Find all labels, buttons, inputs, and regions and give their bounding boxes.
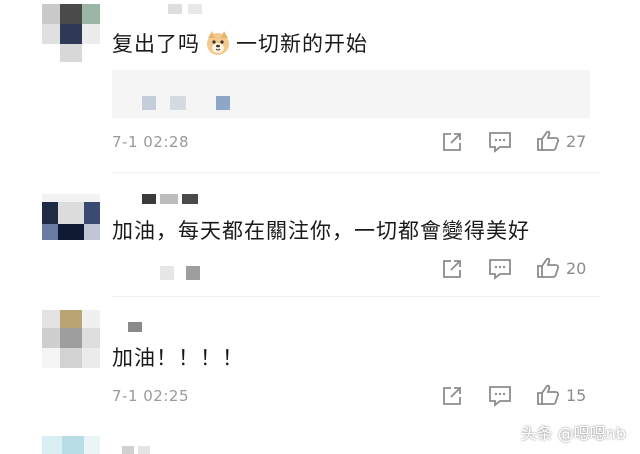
share-external-icon [443,133,461,151]
thumbs-up-icon [537,130,560,151]
username-blurred[interactable] [122,446,152,454]
thumbs-up-icon [537,257,560,278]
like-count: 15 [566,385,587,405]
like-button[interactable]: 15 [536,383,586,407]
comment-bubble-icon [489,386,511,407]
divider [112,172,600,173]
comment-bubble-icon [489,132,511,153]
reply-button[interactable] [488,385,512,407]
share-external-icon [443,260,461,278]
username-blurred[interactable] [128,322,144,332]
quoted-reply-block[interactable] [112,70,590,118]
like-count: 20 [566,258,587,278]
comment-bubble-icon [489,259,511,280]
comment-timestamp: 7-1 02:25 [112,387,189,405]
avatar[interactable] [42,436,100,454]
comment-timestamp: 7-1 02:28 [112,133,189,151]
avatar[interactable] [42,310,100,368]
like-count: 27 [566,131,587,151]
share-button[interactable] [441,131,463,153]
reply-button[interactable] [488,131,512,153]
avatar[interactable] [42,194,100,252]
watermark: 头条 @嗯嗯nb [520,424,626,443]
like-button[interactable]: 27 [536,129,586,153]
comment-text: 加油，每天都在關注你，一切都會變得美好 [112,219,530,243]
comment-text: 复出了吗 一切新的开始 [112,28,368,58]
dog-face-emoji-icon [204,29,232,57]
avatar[interactable] [42,4,100,62]
share-external-icon [443,387,461,405]
username-blurred[interactable] [168,4,208,14]
thumbs-up-icon [537,384,560,405]
share-button[interactable] [441,385,463,407]
reply-button[interactable] [488,258,512,280]
share-button[interactable] [441,258,463,280]
username-blurred[interactable] [142,194,202,204]
like-button[interactable]: 20 [536,256,586,280]
divider [112,296,600,297]
comment-text: 加油！！！！ [112,346,244,370]
timestamp-blurred [160,266,202,280]
